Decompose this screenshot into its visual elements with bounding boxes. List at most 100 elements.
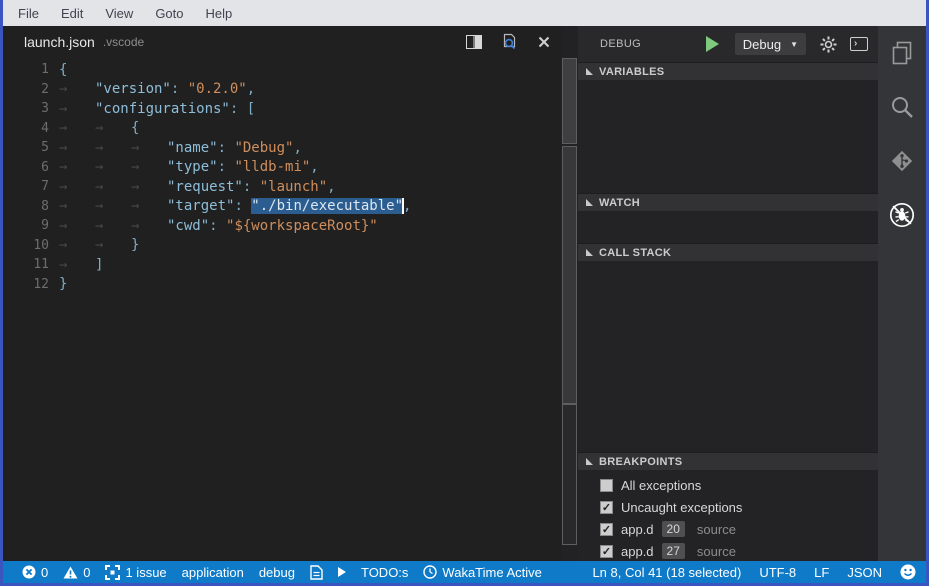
explorer-files-icon[interactable] xyxy=(888,39,916,67)
breakpoint-checkbox[interactable]: ✓ xyxy=(600,545,613,558)
menu-help[interactable]: Help xyxy=(195,6,244,21)
code-line-1[interactable]: 1{ xyxy=(3,60,561,80)
activity-bar xyxy=(878,26,926,561)
app-window: FileEditViewGotoHelp launch.json .vscode xyxy=(0,0,929,586)
tab-whitespace-arrow: → xyxy=(59,120,95,136)
main-area: launch.json .vscode xyxy=(3,26,926,561)
breakpoint-checkbox[interactable]: ✓ xyxy=(600,501,613,514)
tab-folder-hint: .vscode xyxy=(103,35,144,49)
code-token-p: } xyxy=(59,276,67,292)
line-number[interactable]: 4 xyxy=(3,121,49,136)
debug-config-dropdown[interactable]: Debug ▼ xyxy=(735,33,806,55)
watch-body[interactable] xyxy=(578,211,878,243)
debug-console-icon[interactable]: › xyxy=(850,37,868,51)
menu-file[interactable]: File xyxy=(7,6,50,21)
code-line-4[interactable]: 4→→{ xyxy=(3,119,561,139)
report-file-icon[interactable] xyxy=(310,565,323,580)
breakpoint-row[interactable]: ✓app.d20source xyxy=(578,518,878,540)
code-token-p: : xyxy=(218,159,235,175)
status-play-icon[interactable] xyxy=(338,567,346,577)
eol-indicator[interactable]: LF xyxy=(814,565,829,580)
line-number[interactable]: 10 xyxy=(3,238,49,253)
status-wakatime[interactable]: WakaTime Active xyxy=(423,565,541,580)
error-count[interactable]: 0 xyxy=(22,565,48,580)
breakpoint-checkbox[interactable] xyxy=(600,479,613,492)
line-number[interactable]: 11 xyxy=(3,257,49,272)
variables-label: VARIABLES xyxy=(599,66,664,78)
code-token-str: "launch" xyxy=(260,179,327,195)
code-line-11[interactable]: 11→] xyxy=(3,255,561,275)
code-token-sel: "./bin/executable" xyxy=(251,198,403,214)
tab-whitespace-arrow: → xyxy=(95,237,131,253)
code-line-9[interactable]: 9→→→"cwd": "${workspaceRoot}" xyxy=(3,216,561,236)
line-number[interactable]: 9 xyxy=(3,218,49,233)
breakpoint-label: app.d xyxy=(621,522,654,537)
section-header-call-stack[interactable]: CALL STACK xyxy=(578,243,878,261)
cursor-position[interactable]: Ln 8, Col 41 (18 selected) xyxy=(592,565,741,580)
code-token-str: "Debug" xyxy=(234,140,293,156)
section-header-breakpoints[interactable]: BREAKPOINTS xyxy=(578,452,878,470)
line-number[interactable]: 8 xyxy=(3,199,49,214)
status-debug[interactable]: debug xyxy=(259,565,295,580)
scrollbar-thumb-mid[interactable] xyxy=(562,146,577,404)
line-number[interactable]: 2 xyxy=(3,82,49,97)
code-token-p: : xyxy=(171,81,188,97)
menu-view[interactable]: View xyxy=(94,6,144,21)
scrollbar-thumb-top[interactable] xyxy=(562,58,577,144)
breakpoint-row[interactable]: ✓app.d27source xyxy=(578,540,878,561)
debug-settings-gear-icon[interactable] xyxy=(820,36,837,53)
close-editor-icon[interactable] xyxy=(535,33,553,51)
feedback-smiley-icon[interactable] xyxy=(900,564,916,580)
code-token-p: , xyxy=(327,179,335,195)
warning-count[interactable]: 0 xyxy=(63,565,90,580)
line-number[interactable]: 3 xyxy=(3,101,49,116)
breakpoint-checkbox[interactable]: ✓ xyxy=(600,523,613,536)
status-todos[interactable]: TODO:s xyxy=(361,565,408,580)
twistie-icon xyxy=(586,68,593,75)
split-editor-icon[interactable] xyxy=(465,33,483,51)
menu-goto[interactable]: Goto xyxy=(144,6,194,21)
encoding-indicator[interactable]: UTF-8 xyxy=(759,565,796,580)
breakpoint-row[interactable]: All exceptions xyxy=(578,474,878,496)
line-number[interactable]: 7 xyxy=(3,179,49,194)
code-area[interactable]: 1{2→"version": "0.2.0",3→"configurations… xyxy=(3,58,561,561)
code-token-p: { xyxy=(131,120,139,136)
debug-no-bug-icon[interactable] xyxy=(888,201,916,229)
tab-whitespace-arrow: → xyxy=(59,81,95,97)
tab-launch-json[interactable]: launch.json xyxy=(24,34,95,50)
code-line-10[interactable]: 10→→} xyxy=(3,236,561,256)
code-line-2[interactable]: 2→"version": "0.2.0", xyxy=(3,80,561,100)
editor-scrollbar[interactable] xyxy=(561,26,578,561)
line-number[interactable]: 5 xyxy=(3,140,49,155)
code-line-7[interactable]: 7→→→"request": "launch", xyxy=(3,177,561,197)
search-icon[interactable] xyxy=(888,93,916,121)
tab-whitespace-arrow: → xyxy=(95,218,131,234)
issues-indicator[interactable]: 1 issue xyxy=(105,565,166,580)
debug-sidebar: DEBUG Debug ▼ xyxy=(578,26,878,561)
language-mode[interactable]: JSON xyxy=(847,565,882,580)
start-debug-button[interactable] xyxy=(706,36,719,52)
code-line-6[interactable]: 6→→→"type": "lldb-mi", xyxy=(3,158,561,178)
code-line-8[interactable]: 8→→→"target": "./bin/executable", xyxy=(3,197,561,217)
code-line-3[interactable]: 3→"configurations": [ xyxy=(3,99,561,119)
line-number[interactable]: 12 xyxy=(3,277,49,292)
call-stack-body[interactable] xyxy=(578,261,878,452)
status-application[interactable]: application xyxy=(182,565,244,580)
code-token-key: "name" xyxy=(167,140,218,156)
variables-body[interactable] xyxy=(578,80,878,193)
code-token-p: ] xyxy=(95,257,103,273)
code-line-12[interactable]: 12} xyxy=(3,275,561,295)
code-token-p: , xyxy=(247,81,255,97)
code-line-5[interactable]: 5→→→"name": "Debug", xyxy=(3,138,561,158)
menu-edit[interactable]: Edit xyxy=(50,6,94,21)
breakpoint-row[interactable]: ✓Uncaught exceptions xyxy=(578,496,878,518)
source-control-git-icon[interactable] xyxy=(888,147,916,175)
editor-pane[interactable]: launch.json .vscode xyxy=(3,26,561,561)
error-count-label: 0 xyxy=(41,565,48,580)
line-number[interactable]: 6 xyxy=(3,160,49,175)
open-preview-icon[interactable] xyxy=(500,33,518,51)
scrollbar-track-bottom[interactable] xyxy=(562,404,577,545)
line-number[interactable]: 1 xyxy=(3,62,49,77)
section-header-watch[interactable]: WATCH xyxy=(578,193,878,211)
section-header-variables[interactable]: VARIABLES xyxy=(578,62,878,80)
